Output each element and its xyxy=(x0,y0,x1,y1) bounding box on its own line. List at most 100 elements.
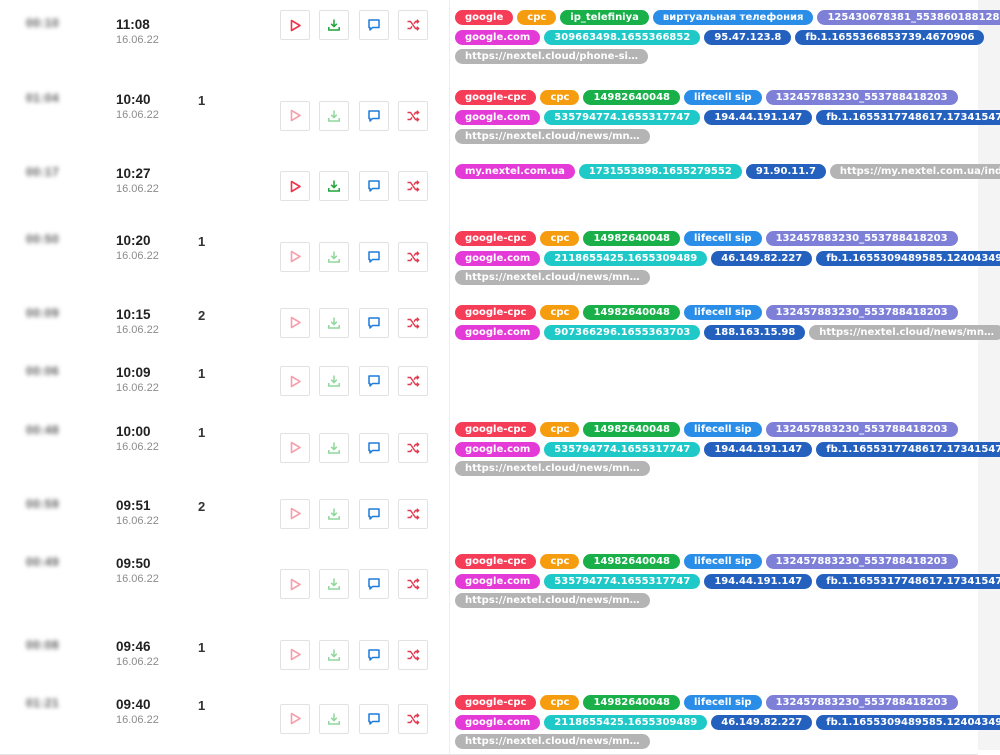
play-button[interactable] xyxy=(280,703,310,734)
comment-button[interactable] xyxy=(359,569,389,599)
shuffle-button[interactable] xyxy=(398,307,428,338)
shuffle-button[interactable] xyxy=(398,498,428,529)
tag-badge: google-cpc xyxy=(455,422,537,437)
column-divider xyxy=(449,626,450,684)
tag-badge: lifecell sip xyxy=(684,554,762,569)
download-button[interactable] xyxy=(319,10,349,40)
play-icon xyxy=(289,250,302,263)
tag-line: google.com 2118655425.1655309489 46.149.82… xyxy=(455,714,1000,735)
tag-line: google.com 535794774.1655317747 194.44.191… xyxy=(455,441,1000,462)
comment-button[interactable] xyxy=(359,703,389,734)
tag-badge: google-cpc xyxy=(455,231,537,246)
tag-line: https://nextel.cloud/news/mn… xyxy=(455,734,970,754)
play-button[interactable] xyxy=(280,100,310,131)
download-button[interactable] xyxy=(319,366,349,396)
tag-line: google.com 907366296.1655363703 188.163.15… xyxy=(455,324,1000,345)
comment-button[interactable] xyxy=(359,307,389,338)
download-button[interactable] xyxy=(319,100,349,131)
download-button[interactable] xyxy=(319,639,349,670)
play-button[interactable] xyxy=(280,241,310,272)
shuffle-button[interactable] xyxy=(398,569,428,599)
tag-badge: google.com xyxy=(455,573,541,589)
tag-line: https://nextel.cloud/news/mn… xyxy=(455,461,970,481)
shuffle-button[interactable] xyxy=(398,366,428,396)
comment-button[interactable] xyxy=(359,432,389,463)
tag-badge: https://nextel.cloud/news/mn… xyxy=(455,270,650,285)
tag-badge: 95.47.123.8 xyxy=(704,29,792,45)
tag-badge: 14982640048 xyxy=(583,231,680,246)
play-button[interactable] xyxy=(280,498,310,529)
tag-badge: google.com xyxy=(455,441,541,457)
comment-button[interactable] xyxy=(359,171,389,201)
shuffle-button[interactable] xyxy=(398,703,428,734)
play-icon xyxy=(289,712,302,725)
comment-icon xyxy=(367,507,381,521)
call-time: 10:00 xyxy=(116,424,151,439)
tag-line: https://nextel.cloud/news/mn… xyxy=(455,129,970,149)
shuffle-button[interactable] xyxy=(398,171,428,201)
shuffle-button[interactable] xyxy=(398,241,428,272)
download-button[interactable] xyxy=(319,432,349,463)
download-button[interactable] xyxy=(319,171,349,201)
tag-badge: cpc xyxy=(540,231,580,246)
download-button[interactable] xyxy=(319,569,349,599)
tag-line: google.com 2118655425.1655309489 46.149.82… xyxy=(455,250,1000,271)
play-button[interactable] xyxy=(280,569,310,599)
call-row: 00:59 09:51 16.06.22 2 xyxy=(0,485,978,544)
tag-badge: fb.1.1655317748617.1734154776 xyxy=(816,573,1000,589)
comment-button[interactable] xyxy=(359,498,389,529)
shuffle-button[interactable] xyxy=(398,100,428,131)
call-row: 01:04 10:40 16.06.22 1 google-cpc cpc 14982640… xyxy=(0,79,1000,154)
call-date: 16.06.22 xyxy=(116,382,159,394)
utm-tags: my.nextel.com.ua 1731553898.1655279552 91.… xyxy=(455,164,1000,184)
download-button[interactable] xyxy=(319,498,349,529)
shuffle-icon xyxy=(406,18,420,32)
download-button[interactable] xyxy=(319,307,349,338)
call-count: 2 xyxy=(198,308,206,323)
tag-badge: google.com xyxy=(455,714,541,730)
comment-button[interactable] xyxy=(359,639,389,670)
shuffle-button[interactable] xyxy=(398,639,428,670)
call-date: 16.06.22 xyxy=(116,324,159,336)
call-time: 10:27 xyxy=(116,166,151,181)
tag-line: https://nextel.cloud/phone-si… xyxy=(455,49,970,69)
download-icon xyxy=(327,179,341,193)
comment-button[interactable] xyxy=(359,366,389,396)
tag-line: google cpc ip_telefiniya виртуальная телефо… xyxy=(455,10,1000,30)
comment-button[interactable] xyxy=(359,10,389,40)
tag-badge: fb.1.1655317748617.1734154776 xyxy=(816,441,1000,457)
tag-line: google.com 535794774.1655317747 194.44.191… xyxy=(455,109,1000,130)
tag-badge: 535794774.1655317747 xyxy=(544,109,701,125)
play-button[interactable] xyxy=(280,171,310,201)
call-row: 00:09 10:15 16.06.22 2 google-cpc cpc 14982640… xyxy=(0,294,1000,353)
comment-button[interactable] xyxy=(359,100,389,131)
play-button[interactable] xyxy=(280,10,310,40)
comment-button[interactable] xyxy=(359,241,389,272)
play-button[interactable] xyxy=(280,639,310,670)
tag-badge: fb.1.1655366853739.4670906 xyxy=(795,29,985,45)
download-button[interactable] xyxy=(319,241,349,272)
tag-badge: 132457883230_553788418203 xyxy=(765,305,958,320)
utm-tags: google cpc ip_telefiniya виртуальная телефо… xyxy=(455,10,1000,69)
column-divider xyxy=(449,153,450,220)
call-count: 1 xyxy=(198,93,206,108)
tag-badge: 1731553898.1655279552 xyxy=(578,164,742,179)
play-button[interactable] xyxy=(280,366,310,396)
tag-badge: 125430678381_553860188128 xyxy=(817,10,1000,25)
shuffle-button[interactable] xyxy=(398,432,428,463)
download-icon xyxy=(327,712,341,726)
tag-badge: 535794774.1655317747 xyxy=(544,441,701,457)
call-row: 00:17 10:27 16.06.22 my.nextel.com.ua 173155… xyxy=(0,153,1000,221)
play-icon xyxy=(289,19,302,32)
tag-line: google.com 535794774.1655317747 194.44.191… xyxy=(455,573,1000,594)
tag-badge: https://nextel.cloud/news/mn… xyxy=(809,324,1000,340)
call-date: 16.06.22 xyxy=(116,573,159,585)
play-button[interactable] xyxy=(280,432,310,463)
shuffle-button[interactable] xyxy=(398,10,428,40)
download-icon xyxy=(327,374,341,388)
download-button[interactable] xyxy=(319,703,349,734)
tag-badge: 46.149.82.227 xyxy=(711,714,813,730)
comment-icon xyxy=(367,712,381,726)
play-icon xyxy=(289,648,302,661)
play-button[interactable] xyxy=(280,307,310,338)
